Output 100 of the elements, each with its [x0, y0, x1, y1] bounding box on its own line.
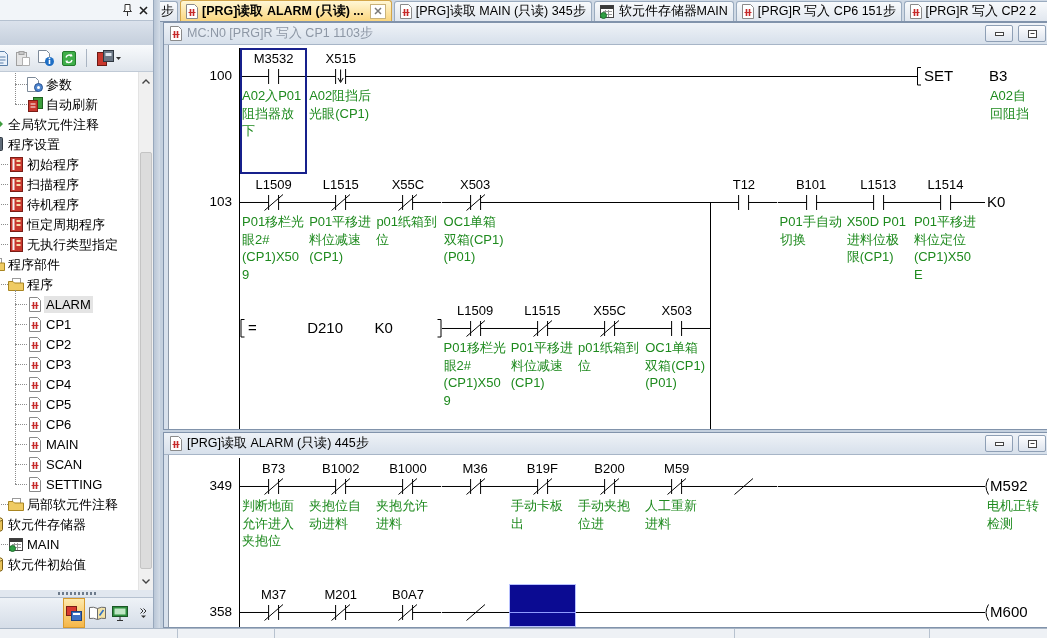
operand-text: K0 [374, 319, 393, 337]
tab[interactable]: 软元件存储器MAIN [593, 1, 734, 21]
tree-item[interactable]: ALARM [44, 295, 93, 313]
tree-item[interactable]: SCAN [44, 455, 85, 473]
device-label: X55C [593, 303, 626, 318]
tree-item[interactable]: 局部软元件注释 [25, 495, 120, 513]
folder-icon [8, 277, 24, 291]
device-comment: P01移栏光眼2#(CP1)X509 [242, 213, 306, 283]
normally-open-contact-icon [777, 192, 845, 212]
device-label: B1002 [322, 461, 360, 476]
ladder-document-icon [909, 4, 922, 19]
tab[interactable]: [PRG]读取 ALARM (只读) ... [180, 0, 392, 21]
tree-item[interactable]: 程序设置 [6, 135, 62, 153]
resize-grip[interactable] [56, 592, 97, 595]
device-label: L1514 [927, 177, 964, 192]
window-title: [PRG]读取 ALARM (只读) 445步 [187, 435, 369, 452]
tree-item[interactable]: 软元件初始值 [6, 555, 88, 573]
ladder-document-icon [29, 296, 41, 312]
normally-closed-contact-icon [441, 318, 509, 338]
tree-item[interactable]: 扫描程序 [25, 175, 81, 193]
restore-icon [1027, 439, 1037, 448]
tree-item[interactable]: CP3 [44, 355, 74, 373]
tree-item[interactable]: CP1 [44, 315, 74, 333]
tree-item[interactable]: 初始程序 [25, 155, 81, 173]
scrollbar-thumb[interactable] [140, 152, 152, 569]
normally-closed-contact-icon [307, 602, 375, 622]
caret-icon [116, 56, 121, 60]
restore-button[interactable] [1018, 435, 1046, 452]
normally-closed-contact-icon [240, 192, 308, 212]
close-button[interactable] [139, 5, 148, 15]
tree-item[interactable]: CP4 [44, 375, 74, 393]
normally-open-contact-icon [240, 66, 308, 86]
device-label: L1509 [457, 303, 494, 318]
wire-line [979, 202, 986, 203]
tool-dropdown-button[interactable] [97, 50, 121, 66]
tab[interactable]: [PRG]R 写入 CP2 2 [903, 1, 1047, 21]
normally-closed-contact-icon [374, 192, 442, 212]
minimize-button[interactable] [985, 25, 1013, 42]
info-document-icon[interactable] [38, 50, 54, 66]
book-icon [9, 216, 23, 232]
tab-close-button[interactable] [369, 3, 386, 19]
normally-open-contact-icon [643, 318, 711, 338]
refresh-icon[interactable] [62, 50, 76, 66]
book-icon [9, 196, 23, 212]
normally-open-contact-icon [844, 192, 912, 212]
tree-item[interactable]: 参数 [44, 75, 74, 93]
ladder-document-icon [186, 3, 198, 19]
calendar-icon [8, 536, 24, 552]
ladder-document-icon [170, 26, 182, 41]
device-label: L1509 [255, 177, 292, 192]
device-label: B0A7 [392, 587, 424, 602]
device-label: L1515 [322, 177, 359, 192]
ladder-document-icon [29, 376, 41, 392]
document-gear-icon [27, 76, 43, 92]
normally-closed-contact-icon [508, 476, 576, 496]
coil-icon [979, 476, 990, 496]
pin-button[interactable] [123, 4, 132, 16]
tree-item[interactable]: CP2 [44, 335, 74, 353]
operand-text: K0 [987, 193, 1006, 211]
tab[interactable]: 步 [160, 1, 178, 21]
tree-item[interactable]: SETTING [44, 475, 105, 493]
restore-button[interactable] [1018, 25, 1046, 42]
tree-item[interactable]: 恒定周期程序 [25, 215, 107, 233]
tab[interactable]: [PRG]读取 MAIN (只读) 345步 [393, 1, 592, 21]
tree-item[interactable]: 无执行类型指定 [25, 235, 120, 253]
minimize-button[interactable] [985, 435, 1013, 452]
device-label: X503 [459, 177, 491, 192]
normally-closed-contact-icon [441, 476, 509, 496]
ladder-document-icon [29, 356, 41, 372]
tree-item[interactable]: 软元件存储器 [6, 515, 88, 533]
device-label: M36 [462, 461, 488, 476]
device-label: B101 [795, 177, 827, 192]
device-label: M59 [664, 461, 690, 476]
tree-item[interactable]: MAIN [44, 435, 81, 453]
folder-icon [8, 497, 24, 511]
device-comment: A02入P01阻挡器放下 [242, 87, 303, 140]
normally-closed-contact-icon [240, 602, 308, 622]
chevron-icon [139, 608, 147, 618]
panel-switch-button[interactable] [63, 598, 85, 628]
falling-edge-contact-icon [307, 66, 375, 86]
device-label: M3532 [253, 51, 294, 66]
ladder-document-icon [29, 416, 41, 432]
tab[interactable]: [PRG]R 写入 CP6 151步 [735, 1, 902, 21]
restore-icon [1027, 29, 1037, 38]
tree-item[interactable]: CP6 [44, 415, 74, 433]
tree-item[interactable]: MAIN [25, 535, 62, 553]
tree-item[interactable]: 自动刷新 [44, 95, 100, 113]
tree-item[interactable]: 待机程序 [25, 195, 81, 213]
tree-item[interactable]: 程序 [25, 275, 55, 293]
device-comment: 人工重新进料 [645, 497, 699, 532]
step-number: 358 [209, 604, 232, 620]
ladder-document-icon [29, 336, 41, 352]
clipboard-icon[interactable] [16, 50, 30, 66]
tree-item[interactable]: 全局软元件注释 [6, 115, 101, 133]
tree-item[interactable]: 程序部件 [6, 255, 62, 273]
device-label: M600 [990, 603, 1028, 621]
minimize-icon [994, 441, 1004, 446]
device-comment: A02自 [989, 87, 1026, 105]
document-icon[interactable] [0, 50, 8, 66]
tree-item[interactable]: CP5 [44, 395, 74, 413]
